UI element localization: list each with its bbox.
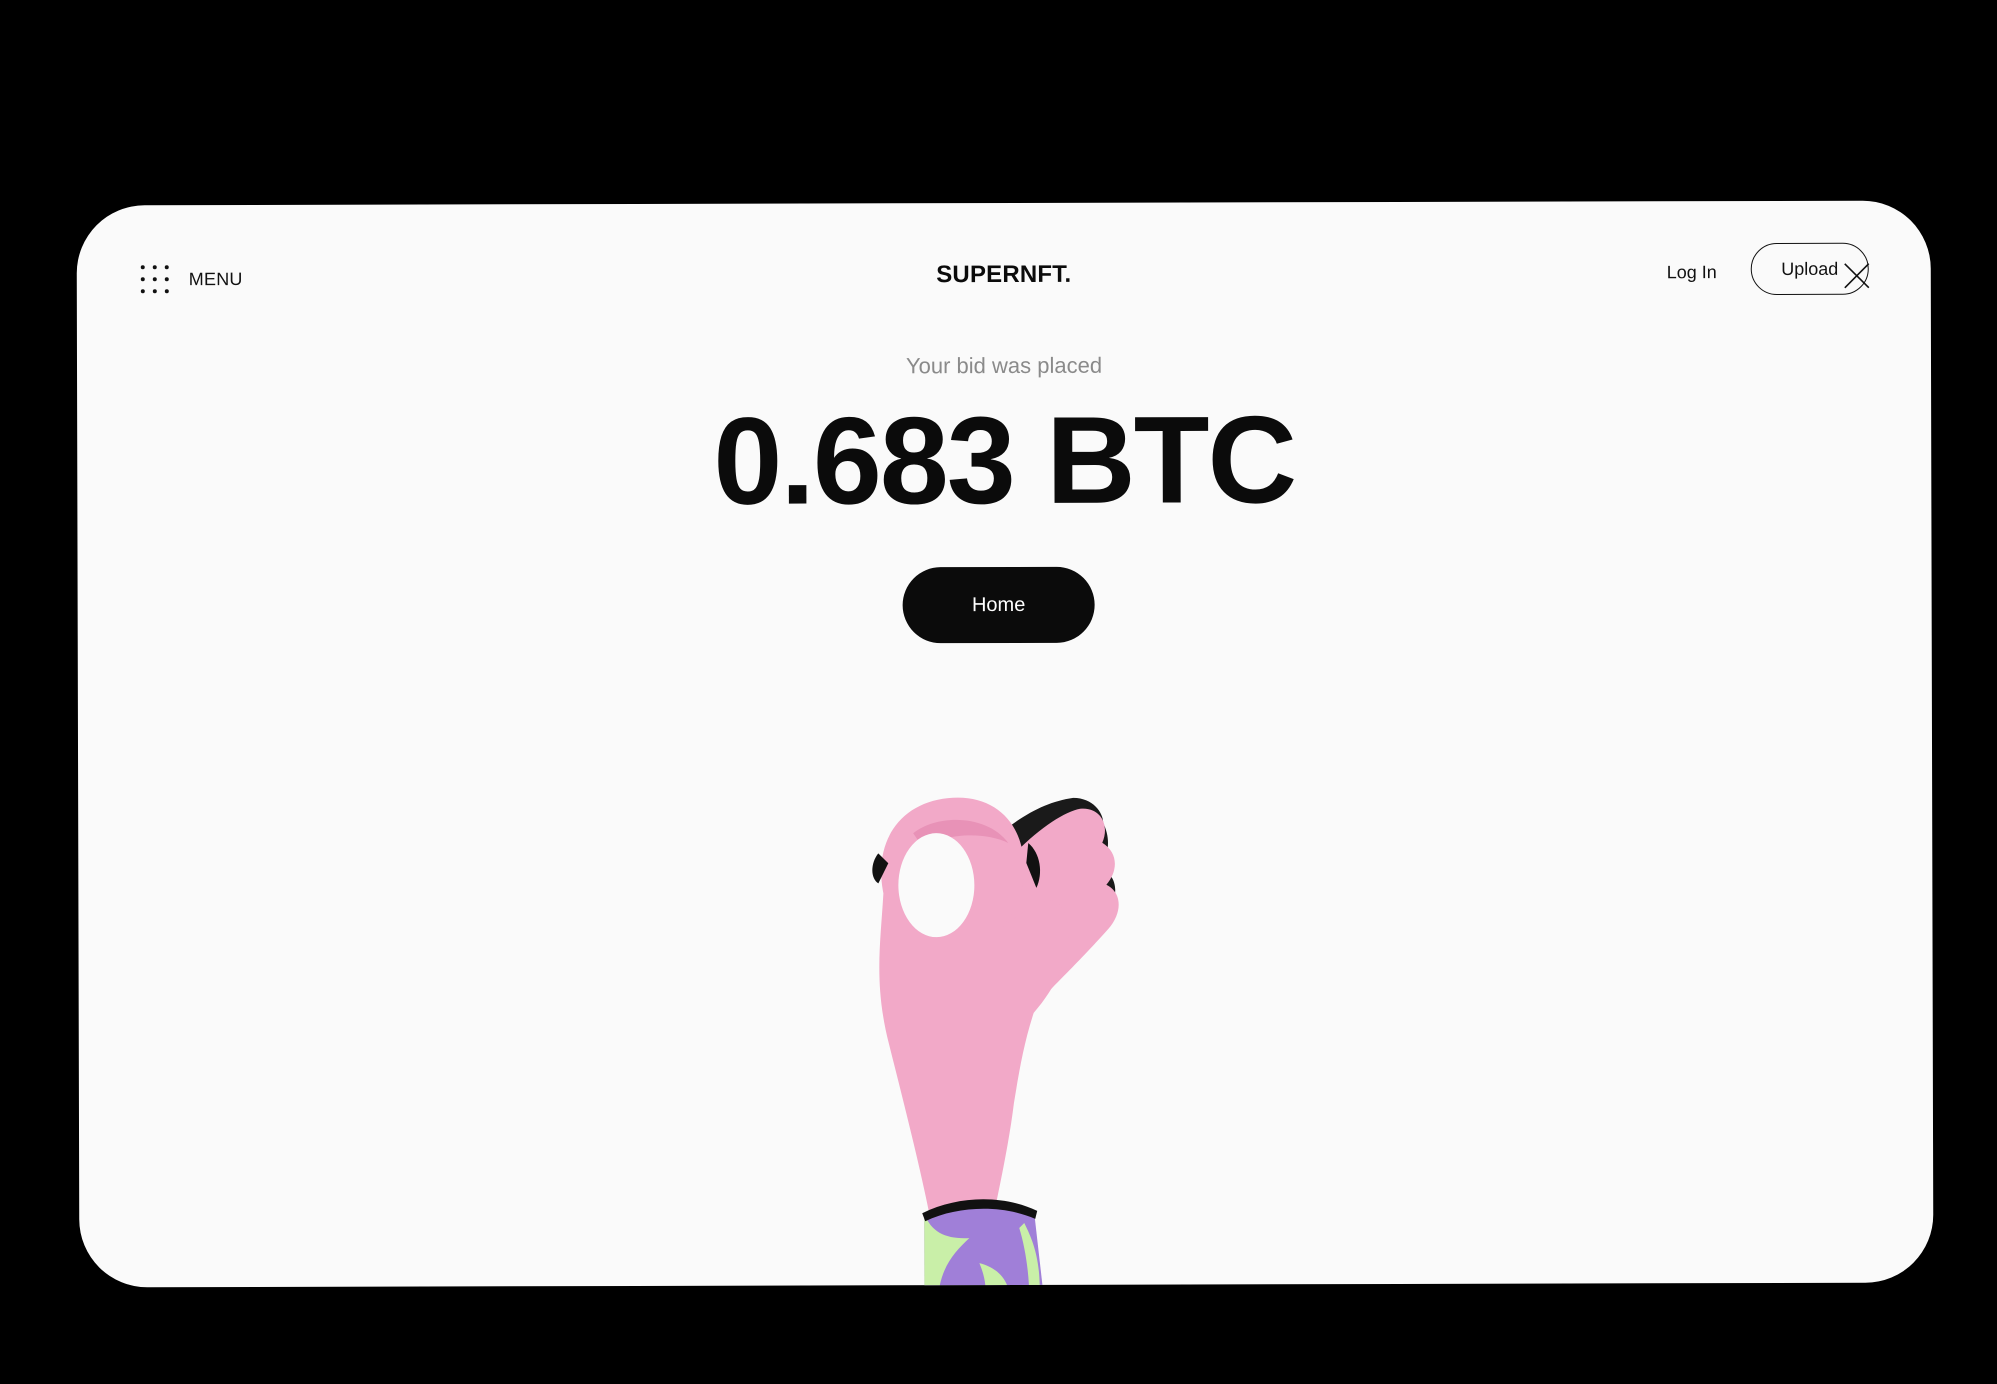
upload-button-label: Upload	[1781, 258, 1839, 279]
bid-status-text: Your bid was placed	[905, 352, 1103, 379]
login-link[interactable]: Log In	[1667, 262, 1717, 283]
ok-hand-illustration	[872, 797, 1119, 1288]
close-icon[interactable]	[1842, 261, 1872, 291]
top-navigation: MENU SUPERNFT. Log In Upload	[77, 201, 1931, 346]
home-button-label: Home	[971, 593, 1026, 616]
bid-confirmation-card: MENU SUPERNFT. Log In Upload Your bid wa…	[76, 200, 1934, 1288]
site-logo[interactable]: SUPERNFT.	[77, 259, 1931, 292]
bid-amount: 0.683 BTC	[713, 391, 1296, 531]
home-button[interactable]: Home	[902, 566, 1095, 644]
